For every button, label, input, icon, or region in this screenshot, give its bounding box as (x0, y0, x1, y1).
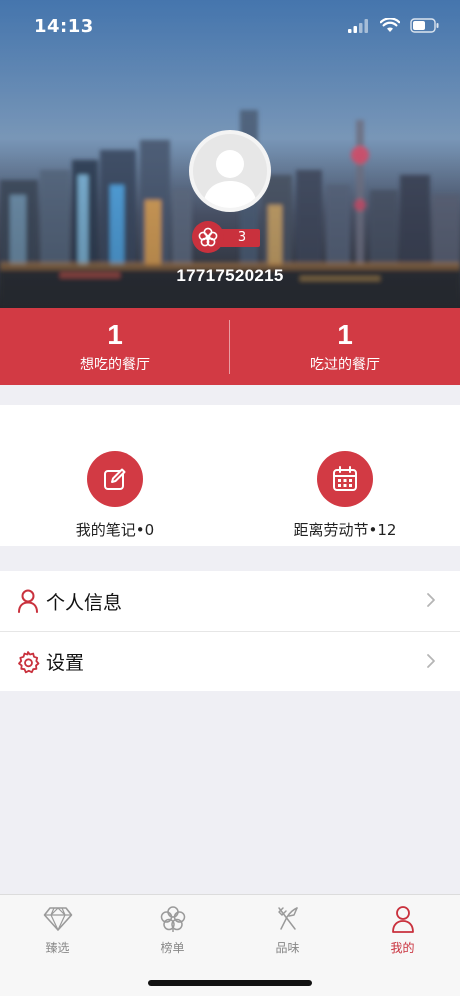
chevron-right-icon (427, 654, 435, 668)
level-badge: 3 (192, 221, 270, 253)
action-label: 我的笔记•0 (75, 521, 155, 539)
tab-mine[interactable]: 我的 (345, 895, 460, 996)
tab-label: 我的 (390, 941, 415, 955)
flower-badge-icon (192, 221, 224, 253)
edit-icon (104, 468, 126, 490)
chevron-right-icon (427, 593, 435, 607)
calendar-icon (333, 466, 357, 491)
stats-bar: 1 想吃的餐厅 1 吃过的餐厅 (0, 308, 460, 385)
menu-item-personal-info[interactable]: 个人信息 (0, 571, 460, 631)
my-notes-button[interactable]: 我的笔记•0 (0, 405, 230, 546)
stats-divider (229, 320, 230, 374)
stat-eaten[interactable]: 1 吃过的餐厅 (230, 308, 460, 385)
avatar[interactable] (189, 130, 271, 212)
stat-label: 吃过的餐厅 (310, 357, 380, 373)
phone-number: 17717520215 (176, 266, 284, 285)
tab-label: 臻选 (45, 941, 70, 955)
stat-want-to-eat[interactable]: 1 想吃的餐厅 (0, 308, 230, 385)
action-circle (87, 451, 143, 507)
person-icon (16, 589, 40, 613)
action-label: 距离劳动节•12 (293, 521, 397, 539)
fork-knife-icon (277, 907, 298, 930)
status-icons (348, 18, 440, 33)
person-icon (391, 906, 414, 933)
flower-icon (160, 906, 185, 932)
tab-label: 榜单 (160, 941, 185, 955)
battery-icon (410, 18, 439, 33)
wifi-icon (380, 18, 400, 32)
status-time: 14:13 (34, 16, 94, 37)
home-indicator (148, 980, 312, 986)
diamond-icon (43, 907, 72, 931)
action-panel: 我的笔记•0 距离劳动节•12 (0, 405, 460, 546)
stat-value: 1 (107, 319, 123, 350)
menu-item-label: 个人信息 (46, 591, 123, 614)
signal-icon (348, 18, 368, 33)
action-circle (317, 451, 373, 507)
settings-menu: 个人信息 设置 (0, 571, 460, 691)
default-avatar-icon (203, 150, 257, 208)
tab-selection[interactable]: 臻选 (0, 895, 115, 996)
stat-label: 想吃的餐厅 (80, 357, 150, 373)
tab-label: 品味 (275, 941, 300, 955)
status-bar: 14:13 (0, 0, 460, 56)
tab-bar: 臻选 榜单 品味 我的 (0, 894, 460, 996)
stat-value: 1 (337, 319, 353, 350)
holiday-countdown-button[interactable]: 距离劳动节•12 (230, 405, 460, 546)
menu-item-label: 设置 (46, 652, 85, 674)
profile-header: 14:13 3 17717520215 (0, 0, 460, 308)
gear-icon (16, 650, 40, 674)
menu-item-settings[interactable]: 设置 (0, 631, 460, 691)
